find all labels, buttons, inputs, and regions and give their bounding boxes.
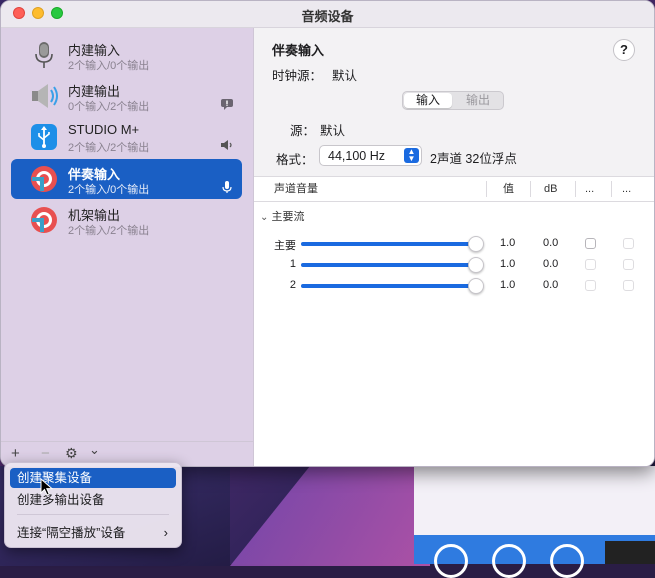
device-channels: 2个输入/0个输出 [68,184,150,196]
column-header-channel: 声道音量 [274,183,318,195]
slider-knob[interactable] [468,278,484,294]
row-db: 0.0 [543,237,559,249]
loopback-icon [31,166,57,192]
sidebar-item-studio-m-plus[interactable]: STUDIO M+ 2个输入/2个输出 [11,117,242,157]
checkbox[interactable] [585,280,596,291]
clock-source-label: 时钟源： [272,69,323,83]
source-value: 默认 [320,124,346,138]
background-thumbnail [605,541,655,564]
wallpaper-shape [230,466,430,566]
format-select[interactable]: 44,100 Hz ▲ ▼ [319,145,422,166]
alert-bubble-icon [221,99,233,110]
menu-item-create-multi-output-device[interactable]: 创建多输出设备 [10,490,176,510]
column-header-db: dB [544,183,558,195]
chevron-down-icon: ⌄ [260,212,269,223]
row-label: 2 [289,279,296,291]
mute-checkbox[interactable] [585,238,596,249]
device-sidebar: 内建输入 2个输入/0个输出 内建输出 0个输入/2个输出 STUDIO M+ … [1,28,254,466]
gear-dropdown-menu: 创建聚集设备 创建多输出设备 连接“隔空播放”设备 › [4,462,182,548]
group-label: 主要流 [271,211,305,223]
speaker-icon [32,84,58,108]
volume-icon [221,140,232,150]
play-icon [492,544,526,578]
gear-icon[interactable]: ⚙ [65,445,78,462]
slider-knob[interactable] [468,236,484,252]
checkbox[interactable] [623,280,634,291]
row-value: 1.0 [500,237,516,249]
usb-icon [31,124,57,150]
slider-knob[interactable] [468,257,484,273]
add-device-button[interactable]: + [11,445,20,462]
updown-chevron-icon: ▲ ▼ [404,148,419,163]
device-channels: 2个输入/2个输出 [68,142,150,154]
device-channels: 0个输入/2个输出 [68,101,150,113]
tab-input[interactable]: 输入 [404,93,452,108]
sidebar-item-builtin-input[interactable]: 内建输入 2个输入/0个输出 [11,35,242,75]
loopback-icon [31,207,57,233]
menu-item-connect-airplay-device[interactable]: 连接“隔空播放”设备 › [10,523,176,543]
column-header-extra2: ... [622,183,632,195]
row-label: 1 [289,258,296,270]
device-detail-pane: 伴奏输入 时钟源： 默认 ? 输入 输出 源： 默认 格式： 44,100 Hz… [254,28,654,466]
sidebar-item-rack-output[interactable]: 机架输出 2个输入/2个输出 [11,200,242,240]
channel-volume-table: 声道音量 值 dB ... ... ⌄ 主要流 主要 1.0 0.0 1 1.0… [254,176,654,466]
input-output-tabs: 输入 输出 [402,91,504,110]
format-value: 44,100 Hz [328,149,385,163]
format-label: 格式： [276,153,314,167]
sidebar-item-accompaniment-input[interactable]: 伴奏输入 2个输入/0个输出 [11,159,242,199]
volume-slider[interactable] [301,263,477,267]
device-name: STUDIO M+ [68,122,140,137]
source-label: 源： [290,124,316,138]
help-button[interactable]: ? [613,39,635,61]
volume-slider[interactable] [301,284,477,288]
checkbox[interactable] [585,259,596,270]
prev-icon [434,544,468,578]
checkbox[interactable] [623,238,634,249]
column-header-value: 值 [503,183,514,195]
chevron-right-icon: › [163,525,168,540]
menu-separator [17,514,169,515]
audio-devices-window: 音频设备 内建输入 2个输入/0个输出 内建输出 0个输入/2个输出 STUDI… [0,0,655,467]
microphone-icon [35,42,53,68]
group-main-stream[interactable]: ⌄ 主要流 [260,208,304,224]
volume-slider[interactable] [301,242,477,246]
next-icon [550,544,584,578]
menu-item-create-aggregate-device[interactable]: 创建聚集设备 [10,468,176,488]
title-bar: 音频设备 [1,1,654,28]
device-title: 伴奏输入 [272,43,325,58]
microphone-small-icon [222,181,232,193]
row-value: 1.0 [500,279,516,291]
device-channels: 2个输入/2个输出 [68,225,150,237]
chevron-down-icon[interactable]: ⌄ [89,442,100,458]
checkbox[interactable] [623,259,634,270]
row-value: 1.0 [500,258,516,270]
tab-output[interactable]: 输出 [454,93,502,108]
device-channels: 2个输入/0个输出 [68,60,150,72]
row-db: 0.0 [543,258,559,270]
clock-source-value: 默认 [332,69,358,83]
row-label: 主要 [274,240,296,252]
format-description: 2声道 32位浮点 [430,152,517,166]
sidebar-item-builtin-output[interactable]: 内建输出 0个输入/2个输出 [11,76,242,116]
remove-device-button[interactable]: − [41,445,50,462]
column-header-extra1: ... [585,183,595,195]
row-db: 0.0 [543,279,559,291]
window-title: 音频设备 [301,9,354,24]
mouse-cursor-icon [40,478,54,496]
